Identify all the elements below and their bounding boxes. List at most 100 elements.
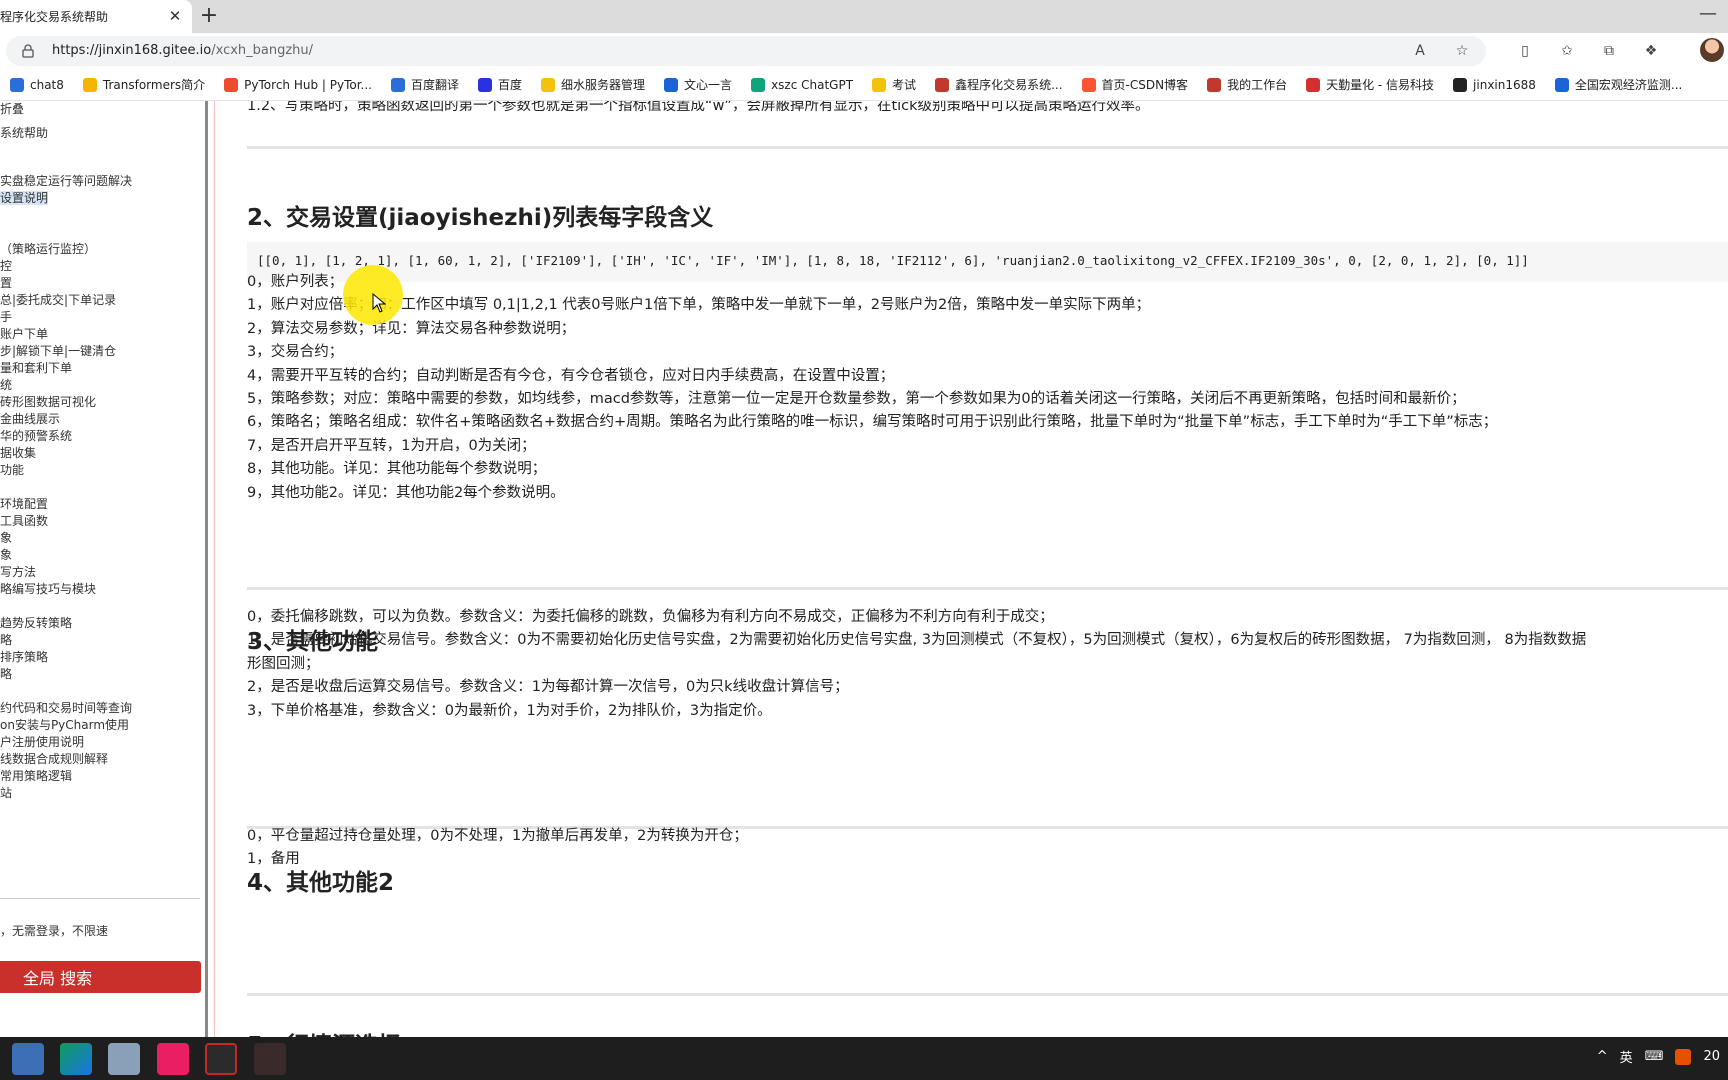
sidebar-item[interactable]: 线数据合成规则解释 — [0, 751, 108, 767]
favorite-star-icon[interactable]: ☆ — [1452, 41, 1472, 61]
sidebar-item-label: 约代码和交易时间等查询 — [0, 701, 133, 715]
sidebar-item[interactable]: 账户下单 — [0, 326, 48, 342]
new-tab-icon[interactable]: + — [196, 4, 222, 30]
bookmark-favicon-icon — [751, 77, 766, 92]
sidebar-item[interactable]: 据收集 — [0, 445, 36, 461]
sidebar-item[interactable]: 量和套利下单 — [0, 360, 72, 376]
sidebar-item[interactable]: （策略运行监控） — [0, 241, 96, 257]
list-item: 1，是否需要初始化交易信号。参数含义：0为不需要初始化历史信号实盘，2为需要初始… — [247, 632, 1587, 649]
sidebar-item[interactable]: 华的预警系统 — [0, 428, 72, 444]
bookmark-item[interactable]: chat8 — [10, 77, 64, 92]
bookmark-item[interactable]: 百度翻译 — [391, 76, 459, 93]
sidebar-item-label: 功能 — [0, 463, 25, 477]
sidebar-item-label: 砖形图数据可视化 — [0, 395, 97, 409]
sidebar-item[interactable]: 象 — [0, 547, 12, 563]
tab-active[interactable]: 程序化交易系统帮助 ✕ — [0, 0, 192, 33]
sidebar-item[interactable]: on安装与PyCharm使用 — [0, 717, 129, 733]
list-item: 8，其他功能。详见：其他功能每个参数说明； — [247, 461, 547, 478]
pycharm-icon[interactable] — [205, 1043, 237, 1075]
sidebar-item[interactable]: 置 — [0, 275, 12, 291]
list-item: 6，策略名；策略名组成：软件名+策略函数名+数据合约+周期。策略名为此行策略的唯… — [247, 414, 1498, 431]
address-bar[interactable]: https://jinxin168.gitee.io/xcxh_bangzhu/… — [6, 36, 1486, 66]
sidebar-item[interactable]: 略编写技巧与模块 — [0, 581, 96, 597]
extensions-icon[interactable]: ❖ — [1641, 41, 1661, 61]
bookmark-item[interactable]: 全国宏观经济监测... — [1554, 76, 1682, 93]
sidebar-item[interactable]: 排序策略 — [0, 649, 48, 665]
bookmark-item[interactable]: 鑫程序化交易系统... — [935, 76, 1063, 93]
bookmark-item[interactable]: 我的工作台 — [1207, 76, 1287, 93]
sidebar-item[interactable]: 约代码和交易时间等查询 — [0, 700, 132, 716]
sidebar-item[interactable]: 略 — [0, 632, 12, 648]
explorer-app-icon[interactable] — [12, 1043, 44, 1075]
bookmark-item[interactable]: 天勤量化 - 信易科技 — [1306, 76, 1434, 93]
sidebar-item[interactable]: 总|委托成交|下单记录 — [0, 292, 116, 308]
sidebar-item[interactable]: 站 — [0, 785, 12, 801]
favorites-icon[interactable]: ✩ — [1557, 41, 1577, 61]
sidebar-item[interactable]: 象 — [0, 530, 12, 546]
sidebar-item[interactable]: 手 — [0, 309, 12, 325]
sidebar-item[interactable]: 趋势反转策略 — [0, 615, 72, 631]
bookmark-label: 考试 — [892, 78, 917, 92]
bookmark-item[interactable]: 考试 — [872, 76, 916, 93]
bookmark-item[interactable]: Transformers简介 — [82, 76, 205, 93]
bookmark-favicon-icon — [935, 77, 950, 92]
sidebar-item-label: 象 — [0, 531, 13, 545]
sidebar-item[interactable]: 砖形图数据可视化 — [0, 394, 96, 410]
sidebar-item-label: 置 — [0, 276, 13, 290]
sidebar-item[interactable]: 户注册使用说明 — [0, 734, 84, 750]
wechat-app-icon[interactable] — [108, 1043, 140, 1075]
sidebar-item[interactable]: 步|解锁下单|一键清仓 — [0, 343, 116, 359]
list-item: 2，是否是收盘后运算交易信号。参数含义：1为每都计算一次信号，0为只k线收盘计算… — [247, 679, 849, 696]
edge-browser-icon[interactable] — [60, 1043, 92, 1075]
url-host: https://jinxin168.gitee.io — [52, 43, 212, 58]
read-aloud-icon[interactable]: A — [1410, 41, 1430, 61]
chevron-up-icon[interactable]: ^ — [1597, 1049, 1608, 1064]
profile-avatar[interactable] — [1700, 38, 1724, 62]
sidebar-item[interactable]: 略 — [0, 666, 12, 682]
sidebar-item[interactable]: 实盘稳定运行等问题解决 — [0, 173, 132, 189]
trading-app-icon[interactable] — [254, 1043, 286, 1075]
sidebar-item-label: 站 — [0, 786, 13, 800]
sidebar-item[interactable]: 常用策略逻辑 — [0, 768, 72, 784]
sidebar-item[interactable]: 工具函数 — [0, 513, 48, 529]
bookmark-item[interactable]: xszc ChatGPT — [751, 77, 853, 92]
close-icon[interactable]: ✕ — [166, 7, 184, 25]
sidebar-item-label: 略 — [0, 667, 13, 681]
input-language[interactable]: 英 — [1620, 1047, 1633, 1066]
sidebar-item[interactable]: 设置说明 — [0, 190, 49, 206]
bookmark-item[interactable]: 文心一言 — [664, 76, 732, 93]
bookmark-item[interactable]: PyTorch Hub | PyTor... — [224, 77, 372, 92]
collections-icon[interactable]: ⧉ — [1599, 41, 1619, 61]
bookmark-item[interactable]: jinxin1688 — [1453, 77, 1536, 92]
clock[interactable]: 20 — [1703, 1049, 1720, 1064]
bookmark-favicon-icon — [1081, 77, 1096, 92]
heading-section-5: 5、行情源选择 — [247, 1026, 401, 1037]
sidebar-item-label: 写方法 — [0, 565, 37, 579]
bookmark-item[interactable]: 细水服务器管理 — [541, 76, 645, 93]
split-screen-icon[interactable]: ▯ — [1515, 41, 1535, 61]
global-search-button[interactable]: 全局 搜索 — [0, 961, 201, 993]
list-item: 4，需要开平互转的合约；自动判断是否有今仓，有今仓者锁仓，应对日内手续费高，在设… — [247, 367, 895, 384]
sidebar-item-label: 设置说明 — [0, 191, 49, 205]
bookmark-item[interactable]: 百度 — [478, 76, 522, 93]
sidebar-item[interactable]: 控 — [0, 258, 12, 274]
sidebar-item[interactable]: 写方法 — [0, 564, 36, 580]
sidebar-item[interactable]: 系统帮助 — [0, 125, 48, 141]
sidebar-item[interactable]: 环境配置 — [0, 496, 48, 512]
sidebar-item[interactable]: 功能 — [0, 462, 24, 478]
app-icon[interactable] — [157, 1043, 189, 1075]
app-s-icon[interactable] — [1675, 1048, 1692, 1065]
sidebar-nav: ，无需登录，不限速 全局 搜索 折叠系统帮助实盘稳定运行等问题解决 设置说明 （策略… — [0, 101, 208, 1037]
sidebar-item[interactable]: 金曲线展示 — [0, 411, 60, 427]
mouse-cursor-icon — [372, 293, 386, 313]
sidebar-item[interactable]: 折叠 — [0, 101, 24, 117]
sidebar-item-label: 略 — [0, 633, 13, 647]
url-path: /xcxh_bangzhu/ — [211, 43, 314, 58]
bookmark-item[interactable]: 首页-CSDN博客 — [1081, 76, 1188, 93]
sidebar-item-label: 华的预警系统 — [0, 429, 73, 443]
keyboard-icon[interactable]: ⌨ — [1645, 1049, 1664, 1064]
sidebar-footer-note: ，无需登录，不限速 — [0, 924, 109, 938]
minimize-icon[interactable]: — — [1696, 5, 1720, 26]
sidebar-item-label: 排序策略 — [0, 650, 49, 664]
sidebar-item[interactable]: 统 — [0, 377, 12, 393]
